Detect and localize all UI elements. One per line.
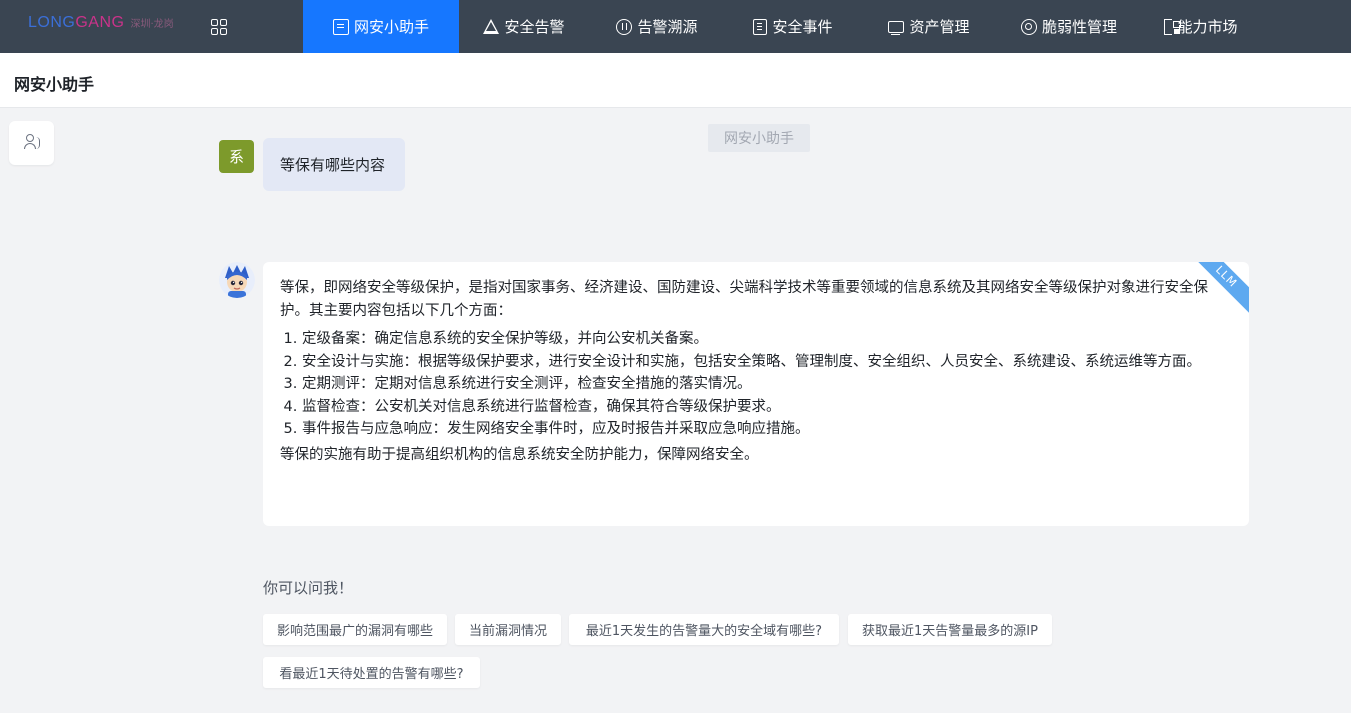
page-title: 网安小助手 — [14, 75, 95, 94]
document-icon — [753, 18, 768, 35]
nav-item-assets[interactable]: 资产管理 — [861, 0, 997, 53]
assistant-avatar — [219, 262, 255, 298]
answer-list-item: 事件报告与应急响应：发生网络安全事件时，应及时报告并采取应急响应措施。 — [302, 418, 1231, 441]
answer-intro: 等保，即网络安全等级保护，是指对国家事务、经济建设、国防建设、尖端科学技术等重要… — [280, 280, 1208, 319]
nav-item-label: 网安小助手 — [353, 18, 429, 36]
user-avatar: 系 — [219, 140, 254, 173]
nav-item-market[interactable]: 能力市场 — [1141, 0, 1261, 53]
app-grid-icon[interactable] — [211, 19, 227, 35]
answer-list-item: 定期测评：定期对信息系统进行安全测评，检查安全措施的落实情况。 — [302, 373, 1231, 396]
answer-outro: 等保的实施有助于提高组织机构的信息系统安全防护能力，保障网络安全。 — [280, 446, 759, 463]
chat-icon — [332, 18, 349, 35]
answer-list: 定级备案：确定信息系统的安全保护等级，并向公安机关备案。 安全设计与实施：根据等… — [280, 328, 1231, 441]
trace-icon — [616, 18, 633, 35]
nav-item-label: 脆弱性管理 — [1041, 18, 1117, 36]
logo-text-long: LONG — [28, 14, 76, 31]
nav-item-vulnerability[interactable]: 脆弱性管理 — [997, 0, 1141, 53]
nav-item-assistant[interactable]: 网安小助手 — [303, 0, 459, 53]
user-message: 等保有哪些内容 — [263, 138, 405, 191]
monitor-icon — [888, 20, 905, 36]
suggestion-chip[interactable]: 看最近1天待处置的告警有哪些? — [263, 657, 480, 688]
assistant-answer: LLM 等保，即网络安全等级保护，是指对国家事务、经济建设、国防建设、尖端科学技… — [263, 262, 1249, 526]
target-icon — [1020, 18, 1037, 35]
nav-item-alert-trace[interactable]: 告警溯源 — [589, 0, 725, 53]
nav-item-label: 安全告警 — [504, 18, 565, 36]
logo-subtitle: 深圳·龙岗 — [130, 19, 174, 30]
answer-list-item: 监督检查：公安机关对信息系统进行监督检查，确保其符合等级保护要求。 — [302, 396, 1231, 419]
top-nav-bar: LONGGANG 深圳·龙岗 网安小助手 安全告警 告警溯源 安全事件 资产管理… — [0, 0, 1351, 53]
market-icon — [1164, 18, 1182, 35]
answer-list-item: 定级备案：确定信息系统的安全保护等级，并向公安机关备案。 — [302, 328, 1231, 351]
assistant-label-chip: 网安小助手 — [708, 124, 810, 152]
nav-item-label: 能力市场 — [1177, 18, 1238, 36]
users-icon — [24, 134, 40, 150]
suggestion-chip[interactable]: 当前漏洞情况 — [455, 614, 561, 645]
answer-list-item: 安全设计与实施：根据等级保护要求，进行安全设计和实施，包括安全策略、管理制度、安… — [302, 351, 1231, 374]
page-header: 网安小助手 — [0, 53, 1351, 108]
session-list-button[interactable] — [9, 121, 54, 165]
nav-item-label: 资产管理 — [909, 18, 970, 36]
nav-item-label: 安全事件 — [772, 18, 833, 36]
suggestion-chip[interactable]: 获取最近1天告警量最多的源IP — [848, 614, 1052, 645]
nav-item-security-events[interactable]: 安全事件 — [725, 0, 861, 53]
suggestion-chip[interactable]: 最近1天发生的告警量大的安全域有哪些? — [569, 614, 839, 645]
nav-item-label: 告警溯源 — [637, 18, 698, 36]
logo-text-gang: GANG — [75, 14, 125, 31]
warning-icon — [483, 19, 500, 34]
logo[interactable]: LONGGANG 深圳·龙岗 — [28, 14, 174, 32]
main-nav: 网安小助手 安全告警 告警溯源 安全事件 资产管理 脆弱性管理 能力市场 — [303, 0, 1261, 53]
suggestions-title: 你可以问我！ — [263, 579, 354, 597]
suggestion-chip[interactable]: 影响范围最广的漏洞有哪些 — [263, 614, 447, 645]
nav-item-alerts[interactable]: 安全告警 — [459, 0, 589, 53]
